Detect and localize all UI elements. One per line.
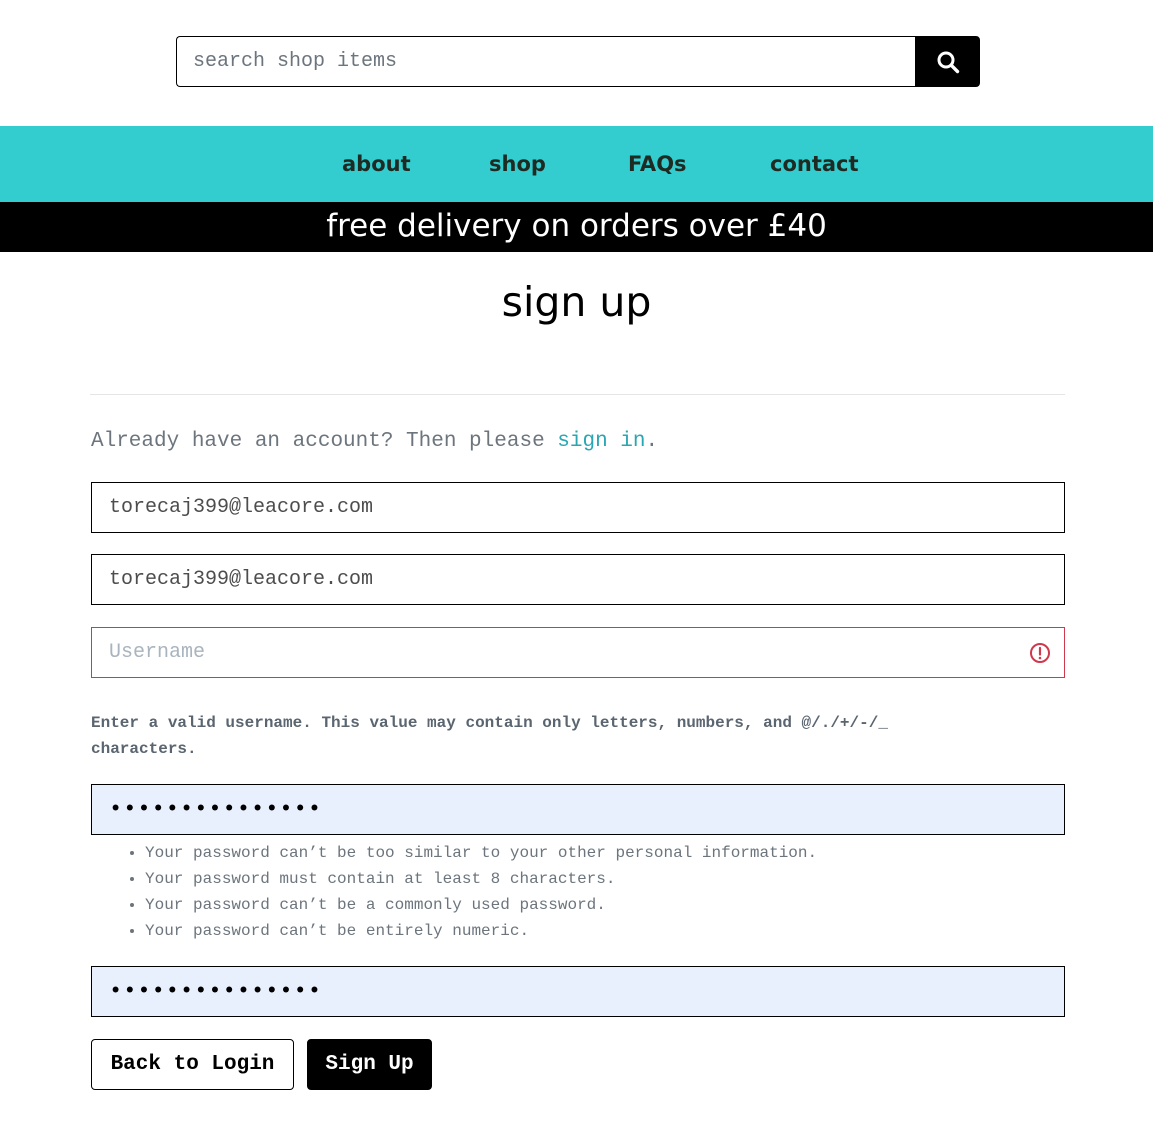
sign-in-prompt-suffix: . bbox=[645, 430, 659, 453]
divider bbox=[90, 394, 1065, 395]
search-icon bbox=[937, 51, 959, 73]
password-field[interactable] bbox=[91, 784, 1065, 835]
back-to-login-button[interactable]: Back to Login bbox=[91, 1039, 294, 1090]
password-help-item: Your password can’t be entirely numeric. bbox=[145, 918, 817, 944]
search-bar bbox=[176, 36, 980, 87]
sign-in-link[interactable]: sign in bbox=[557, 430, 645, 453]
search-input[interactable] bbox=[176, 36, 915, 87]
nav-item-faqs[interactable]: FAQs bbox=[628, 126, 687, 202]
password-help-list: Your password can’t be too similar to yo… bbox=[91, 840, 817, 944]
password-help-item: Your password can’t be a commonly used p… bbox=[145, 892, 817, 918]
sign-up-button[interactable]: Sign Up bbox=[307, 1039, 432, 1090]
search-button[interactable] bbox=[915, 36, 980, 87]
password-help-item: Your password can’t be too similar to yo… bbox=[145, 840, 817, 866]
email-field[interactable] bbox=[91, 482, 1065, 533]
sign-in-prompt-text: Already have an account? Then please bbox=[91, 430, 558, 453]
username-field[interactable] bbox=[91, 627, 1065, 678]
nav-item-about[interactable]: about bbox=[342, 126, 411, 202]
nav-item-shop[interactable]: shop bbox=[489, 126, 546, 202]
email-confirm-field[interactable] bbox=[91, 554, 1065, 605]
promo-banner: free delivery on orders over £40 bbox=[0, 202, 1153, 252]
main-nav: about shop FAQs contact bbox=[0, 126, 1153, 202]
error-icon bbox=[1030, 643, 1050, 663]
password-confirm-field[interactable] bbox=[91, 966, 1065, 1017]
username-error-message: Enter a valid username. This value may c… bbox=[91, 714, 888, 758]
nav-item-contact[interactable]: contact bbox=[770, 126, 859, 202]
password-help-item: Your password must contain at least 8 ch… bbox=[145, 866, 817, 892]
page-title: sign up bbox=[501, 278, 652, 326]
sign-in-prompt: Already have an account? Then please sig… bbox=[91, 430, 658, 453]
